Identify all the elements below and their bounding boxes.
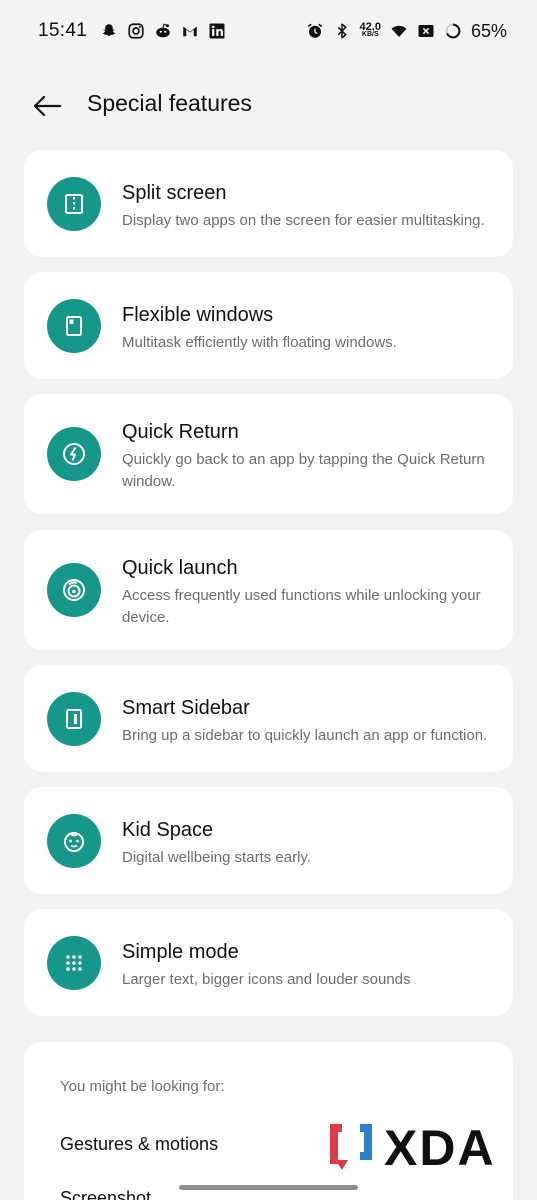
status-bar-left: 15:41 [38,20,226,42]
feature-description: Access frequently used functions while u… [122,587,481,626]
status-bar: 15:41 42.0 KB/S 65% [0,0,537,62]
bluetooth-icon [333,22,351,40]
feature-card-quick-launch[interactable]: Quick launch Access frequently used func… [24,530,513,650]
network-speed-value: 42.0 [359,21,381,33]
quick-return-icon [47,427,101,481]
feature-card-flexible-windows[interactable]: Flexible windows Multitask efficiently w… [24,272,513,379]
reddit-icon [154,22,172,40]
kid-space-icon [47,814,101,868]
feature-description: Digital wellbeing starts early. [122,849,311,866]
xda-watermark: XDA [326,1118,524,1178]
network-speed: 42.0 KB/S [359,21,381,39]
suggestions-heading: You might be looking for: [60,1078,225,1095]
feature-card-kid-space[interactable]: Kid Space Digital wellbeing starts early… [24,787,513,894]
back-arrow-icon [33,95,62,117]
feature-title: Kid Space [122,819,214,841]
alarm-icon [306,22,324,40]
split-screen-icon [47,177,101,231]
page-title: Special features [87,90,252,116]
suggestion-gestures-motions[interactable]: Gestures & motions [60,1134,218,1155]
feature-description: Display two apps on the screen for easie… [122,212,485,229]
feature-title: Split screen [122,182,227,204]
no-sim-icon [417,22,435,40]
feature-title: Quick Return [122,421,239,443]
feature-card-quick-return[interactable]: Quick Return Quickly go back to an app b… [24,394,513,514]
feature-title: Simple mode [122,941,239,963]
instagram-icon [127,22,145,40]
screen: 15:41 42.0 KB/S 65% Special features Spl… [0,0,537,1200]
flexible-windows-icon [47,299,101,353]
status-time: 15:41 [38,20,88,41]
battery-ring-icon [444,22,462,40]
back-button[interactable] [30,92,64,120]
watermark-text: XDA [384,1120,496,1176]
xda-logo-icon [330,1124,372,1170]
app-header: Special features [0,74,537,138]
feature-description: Bring up a sidebar to quickly launch an … [122,727,488,744]
feature-title: Smart Sidebar [122,697,250,719]
network-speed-unit: KB/S [361,31,379,38]
wifi-icon [390,22,408,40]
simple-mode-icon [47,936,101,990]
status-bar-right: 42.0 KB/S 65% [306,21,507,42]
feature-title: Flexible windows [122,304,274,326]
feature-description: Larger text, bigger icons and louder sou… [122,971,411,988]
feature-description: Multitask efficiently with floating wind… [122,334,397,351]
quick-launch-icon [47,563,101,617]
smart-sidebar-icon [47,692,101,746]
snapchat-icon [100,22,118,40]
feature-card-split-screen[interactable]: Split screen Display two apps on the scr… [24,150,513,257]
battery-percent: 65% [470,20,507,41]
feature-title: Quick launch [122,557,238,579]
suggestion-screenshot[interactable]: Screenshot [60,1188,151,1200]
gmail-icon [181,22,199,40]
linkedin-icon [208,22,226,40]
feature-card-smart-sidebar[interactable]: Smart Sidebar Bring up a sidebar to quic… [24,665,513,772]
feature-card-simple-mode[interactable]: Simple mode Larger text, bigger icons an… [24,909,513,1016]
feature-description: Quickly go back to an app by tapping the… [122,451,485,490]
home-indicator[interactable] [179,1185,358,1190]
